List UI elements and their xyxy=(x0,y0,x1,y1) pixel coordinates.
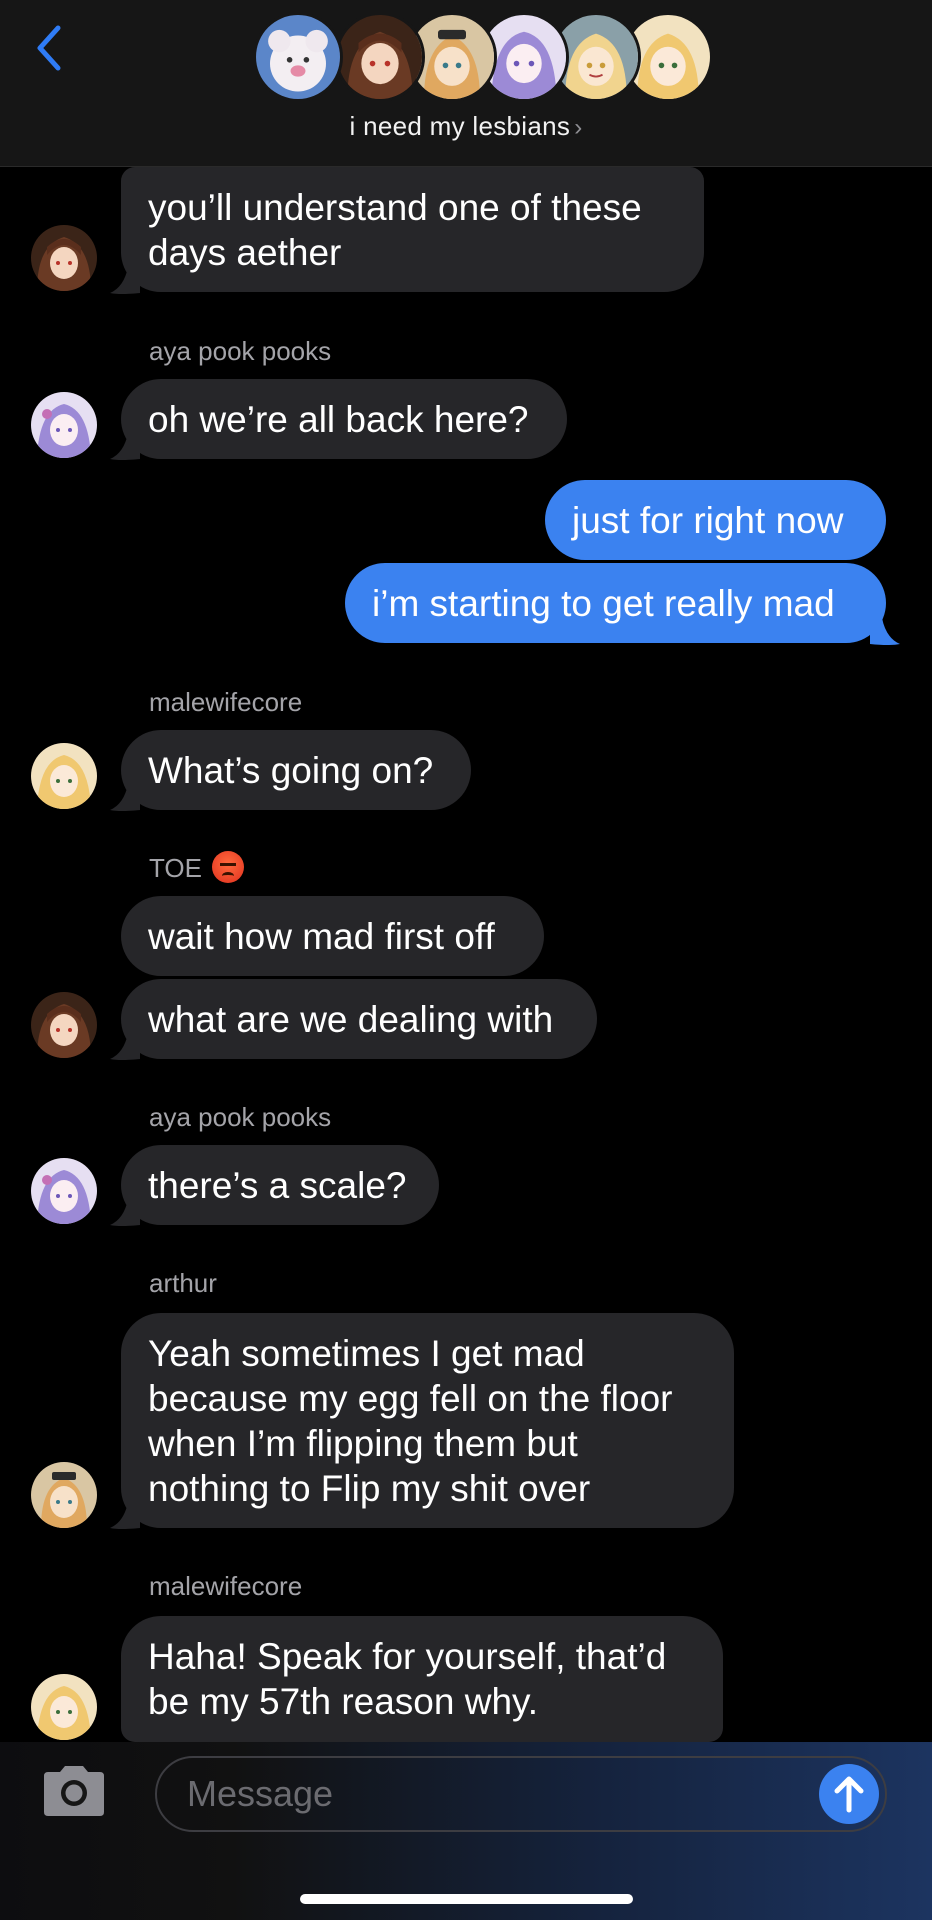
group-name[interactable]: i need my lesbians › xyxy=(0,111,932,142)
message-text: i’m starting to get really mad xyxy=(372,583,835,624)
back-button[interactable] xyxy=(30,20,70,80)
message-text-line: be my 57th reason why. xyxy=(148,1681,539,1722)
bubble-tail xyxy=(870,618,900,645)
message-bubble-outgoing[interactable]: i’m starting to get really mad xyxy=(345,563,886,643)
message-bubble[interactable]: What’s going on? xyxy=(121,730,471,810)
chevron-left-icon xyxy=(37,25,61,71)
message-text-line: nothing to Flip my shit over xyxy=(148,1468,591,1509)
sender-name: TOE xyxy=(149,851,244,886)
angry-face-emoji xyxy=(211,851,244,884)
sender-name: malewifecore xyxy=(149,1571,303,1601)
message-text-line: Yeah sometimes I get mad xyxy=(148,1333,585,1374)
group-avatars[interactable] xyxy=(253,12,713,102)
bubble-tail xyxy=(110,433,140,460)
message-text-line: Haha! Speak for yourself, that’d xyxy=(148,1636,667,1677)
sender-name: arthur xyxy=(149,1268,217,1298)
sender-name: aya pook pooks xyxy=(149,336,332,366)
message-text-line: when I’m flipping them but xyxy=(148,1423,578,1464)
message-input-container[interactable] xyxy=(155,1756,887,1832)
sender-avatar[interactable] xyxy=(31,392,97,458)
message-bubble[interactable]: there’s a scale? xyxy=(121,1145,439,1225)
message-text: there’s a scale? xyxy=(148,1165,407,1206)
sender-avatar[interactable] xyxy=(31,225,97,291)
message-text: just for right now xyxy=(572,500,844,541)
conversation-header: i need my lesbians › xyxy=(0,0,932,167)
message-text: What’s going on? xyxy=(148,750,434,791)
message-bubble[interactable]: Haha! Speak for yourself, that’d be my 5… xyxy=(121,1616,723,1742)
sender-name: aya pook pooks xyxy=(149,1102,332,1132)
arrow-up-icon xyxy=(834,1776,864,1813)
sender-avatar[interactable] xyxy=(31,1462,97,1528)
message-text-line: days aether xyxy=(148,232,342,273)
bubble-tail xyxy=(110,267,140,294)
message-input[interactable] xyxy=(187,1758,747,1830)
message-bubble[interactable]: you’ll understand one of these days aeth… xyxy=(121,167,704,292)
chevron-right-icon: › xyxy=(574,114,583,141)
message-text-line: because my egg fell on the floor xyxy=(148,1378,673,1419)
sender-avatar[interactable] xyxy=(31,1674,97,1740)
message-composer xyxy=(0,1742,932,1920)
sender-avatar[interactable] xyxy=(31,992,97,1058)
message-thread[interactable]: you’ll understand one of these days aeth… xyxy=(0,167,932,1742)
message-bubble[interactable]: Yeah sometimes I get mad because my egg … xyxy=(121,1313,734,1528)
bubble-tail xyxy=(110,1199,140,1226)
sender-name: malewifecore xyxy=(149,687,303,717)
message-bubble[interactable]: what are we dealing with xyxy=(121,979,597,1059)
message-bubble[interactable]: wait how mad first off xyxy=(121,896,544,976)
bubble-tail xyxy=(110,1033,140,1060)
participant-avatar xyxy=(335,12,425,102)
sender-avatar[interactable] xyxy=(31,1158,97,1224)
message-bubble-outgoing[interactable]: just for right now xyxy=(545,480,886,560)
camera-icon xyxy=(44,1766,104,1816)
message-text-line: you’ll understand one of these xyxy=(148,187,642,228)
bubble-tail xyxy=(110,784,140,811)
message-text: oh we’re all back here? xyxy=(148,399,529,440)
send-button[interactable] xyxy=(819,1764,879,1824)
message-text: wait how mad first off xyxy=(148,916,495,957)
bubble-tail xyxy=(110,1502,140,1529)
group-name-label: i need my lesbians xyxy=(349,111,571,141)
sender-avatar[interactable] xyxy=(31,743,97,809)
home-indicator xyxy=(300,1894,633,1904)
camera-button[interactable] xyxy=(38,1764,110,1818)
message-text: what are we dealing with xyxy=(148,999,554,1040)
message-bubble[interactable]: oh we’re all back here? xyxy=(121,379,567,459)
participant-avatar xyxy=(253,12,343,102)
sender-name-text: TOE xyxy=(149,853,202,883)
